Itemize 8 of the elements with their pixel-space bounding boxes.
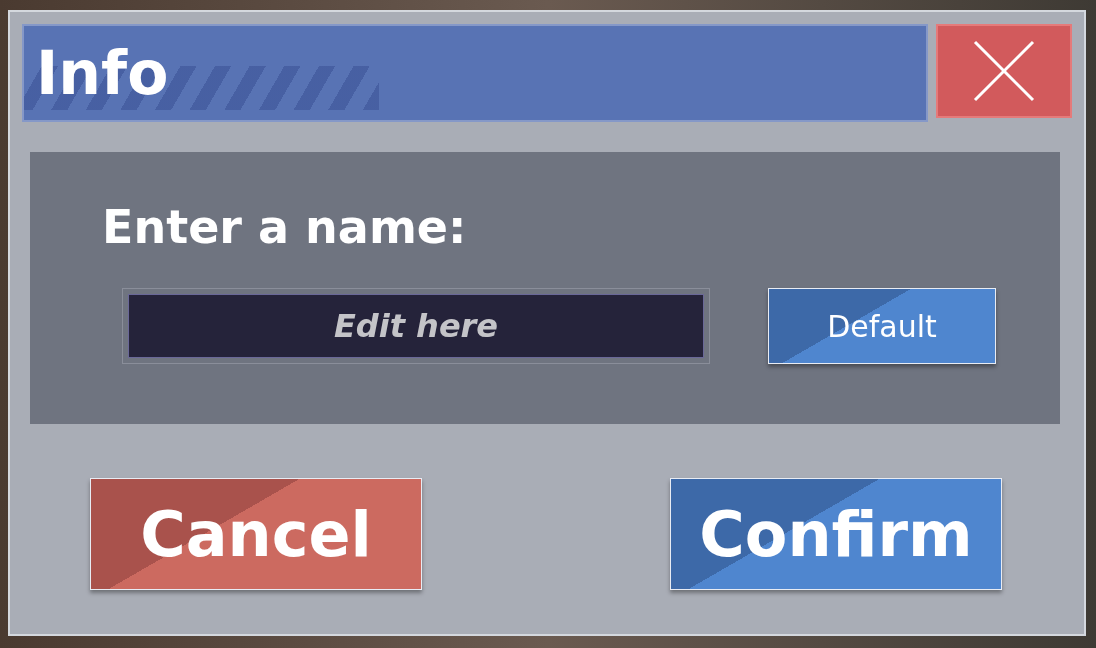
dialog-title: Info	[36, 38, 169, 108]
cancel-button[interactable]: Cancel	[90, 478, 422, 590]
name-input-field[interactable]: Edit here	[128, 294, 704, 358]
close-icon	[973, 40, 1035, 102]
prompt-label: Enter a name:	[102, 200, 468, 254]
confirm-button[interactable]: Confirm	[670, 478, 1002, 590]
close-button[interactable]	[936, 24, 1072, 118]
default-button[interactable]: Default	[768, 288, 996, 364]
